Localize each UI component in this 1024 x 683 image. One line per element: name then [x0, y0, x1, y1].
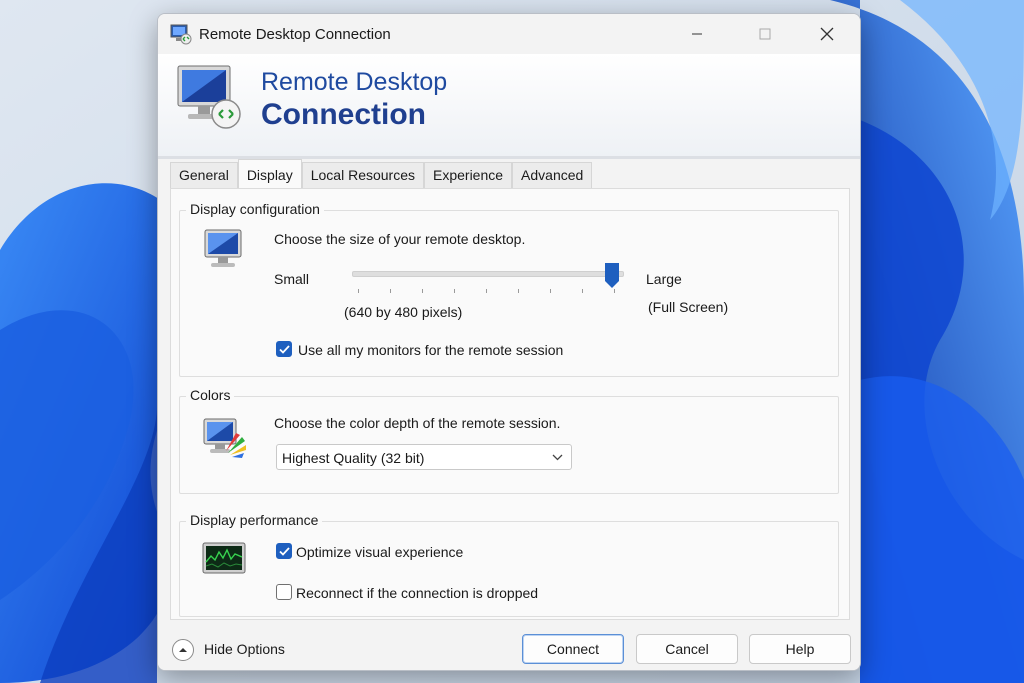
checkmark-icon	[279, 345, 290, 354]
tab-general[interactable]: General	[170, 162, 238, 188]
slider-max-label: Large	[646, 271, 682, 287]
rdc-window: Remote Desktop Connection Remote Desktop…	[157, 13, 861, 671]
optimize-visual-checkbox[interactable]	[276, 543, 292, 559]
minimize-button[interactable]	[674, 14, 720, 54]
color-depth-selected-value: Highest Quality (32 bit)	[282, 450, 425, 466]
tab-advanced[interactable]: Advanced	[512, 162, 593, 188]
slider-tick	[582, 289, 583, 293]
reconnect-checkbox[interactable]	[276, 584, 292, 600]
display-configuration-group: Display configuration Choose the size of…	[179, 201, 839, 377]
slider-tick	[614, 289, 615, 293]
hide-options-label[interactable]: Hide Options	[204, 641, 285, 657]
checkmark-icon	[279, 547, 290, 556]
slider-tick	[358, 289, 359, 293]
slider-tick	[422, 289, 423, 293]
tab-experience[interactable]: Experience	[424, 162, 513, 188]
close-icon	[820, 27, 834, 41]
group-title: Display performance	[186, 512, 323, 528]
maximize-button[interactable]	[742, 14, 788, 54]
performance-monitor-icon	[202, 542, 246, 574]
banner-title-line2: Connection	[261, 98, 426, 131]
slider-tick	[486, 289, 487, 293]
display-performance-group: Display performance Optimize visual expe…	[179, 512, 839, 617]
tab-display[interactable]: Display	[237, 159, 302, 188]
minimize-icon	[692, 33, 702, 35]
slider-tick	[518, 289, 519, 293]
max-size-text: (Full Screen)	[648, 299, 729, 315]
cancel-button[interactable]: Cancel	[636, 634, 738, 664]
monitor-icon	[204, 229, 242, 267]
color-depth-select[interactable]: Highest Quality (32 bit)	[276, 444, 572, 470]
display-size-slider-thumb[interactable]	[605, 263, 619, 289]
display-tab-panel: Display configuration Choose the size of…	[170, 188, 850, 620]
tab-local-resources[interactable]: Local Resources	[301, 162, 424, 188]
use-all-monitors-label[interactable]: Use all my monitors for the remote sessi…	[298, 342, 563, 358]
slider-tick	[390, 289, 391, 293]
group-title: Display configuration	[186, 201, 324, 217]
slider-tick	[454, 289, 455, 293]
title-bar[interactable]: Remote Desktop Connection	[158, 14, 860, 54]
maximize-icon	[759, 28, 771, 40]
current-size-text: (640 by 480 pixels)	[344, 304, 463, 320]
chevron-up-icon	[179, 648, 187, 652]
colors-group: Colors Choose the color depth of the rem…	[179, 387, 839, 494]
group-title: Colors	[186, 387, 235, 403]
use-all-monitors-checkbox[interactable]	[276, 341, 292, 357]
remote-desktop-icon	[177, 65, 241, 129]
dialog-footer: Hide Options Connect Cancel Help	[158, 621, 860, 670]
banner-title-line1: Remote Desktop	[261, 68, 448, 96]
tab-strip: General Display Local Resources Experien…	[170, 159, 593, 189]
header-banner: Remote Desktop Connection	[158, 54, 860, 159]
slider-min-label: Small	[274, 271, 310, 287]
help-button[interactable]: Help	[749, 634, 851, 664]
display-size-slider-track[interactable]	[352, 271, 624, 277]
connect-button[interactable]: Connect	[522, 634, 624, 664]
window-title: Remote Desktop Connection	[199, 26, 391, 43]
optimize-visual-label[interactable]: Optimize visual experience	[296, 544, 463, 560]
display-size-instruction: Choose the size of your remote desktop.	[274, 231, 526, 247]
close-button[interactable]	[804, 14, 850, 54]
color-depth-icon	[203, 418, 246, 458]
hide-options-button[interactable]	[172, 639, 194, 661]
rdc-app-icon	[170, 24, 192, 45]
color-depth-instruction: Choose the color depth of the remote ses…	[274, 415, 561, 431]
chevron-down-icon	[552, 454, 563, 461]
reconnect-label[interactable]: Reconnect if the connection is dropped	[296, 585, 538, 601]
slider-tick	[550, 289, 551, 293]
